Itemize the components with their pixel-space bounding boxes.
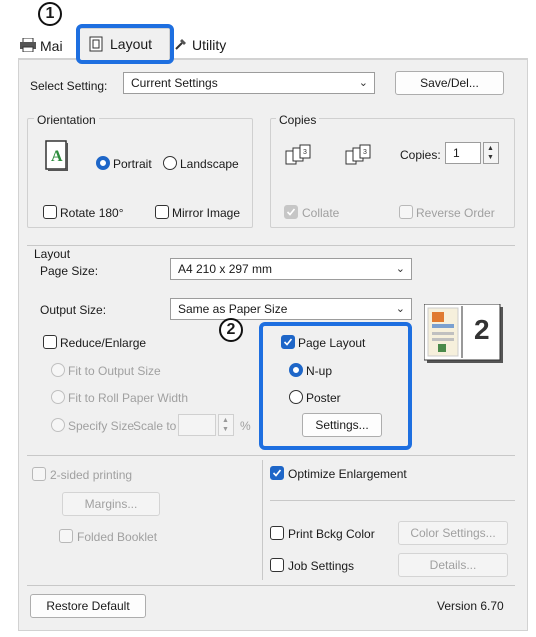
reverse-order-checkbox[interactable] [399,205,413,219]
mirror-image-checkbox[interactable] [155,205,169,219]
rotate-label: Rotate 180° [60,206,124,220]
reduce-enlarge-label: Reduce/Enlarge [60,336,147,350]
job-settings-label: Job Settings [288,559,355,573]
optimize-checkbox[interactable] [270,466,284,480]
landscape-label: Landscape [180,157,239,171]
tab-main[interactable]: Mai [20,34,78,56]
folded-booklet-checkbox[interactable] [59,529,73,543]
specify-size-label: Specify Size [68,419,135,433]
copies-input[interactable]: 1 [445,142,481,164]
select-setting-value: Current Settings [131,76,218,90]
fit-roll-radio[interactable] [51,390,65,404]
output-size-dropdown[interactable]: Same as Paper Size ⌄ [170,298,412,320]
spin-down-icon: ▼ [222,426,229,433]
fit-roll-label: Fit to Roll Paper Width [68,391,189,405]
svg-text:A: A [51,148,63,165]
printer-icon [20,38,36,52]
tab-main-label: Mai [40,38,63,54]
spin-up-icon: ▲ [222,417,229,424]
spin-up-icon: ▲ [487,145,494,152]
svg-text:3: 3 [303,149,307,156]
chevron-down-icon: ⌄ [395,263,405,275]
layout-title: Layout [34,247,71,261]
options-separator [270,500,515,501]
chevron-down-icon: ⌄ [395,303,405,315]
two-sided-label: 2-sided printing [50,468,133,482]
tab-utility-label: Utility [192,37,227,53]
output-size-value: Same as Paper Size [178,302,288,316]
highlight-layout-tab [76,24,174,64]
svg-text:3: 3 [363,149,367,156]
callout-two-text: 2 [226,321,236,338]
vertical-divider [262,460,263,580]
copies-value: 1 [453,146,460,160]
highlight-page-layout [259,322,412,450]
copies-label: Copies: [400,148,441,162]
collate-pages-icon: 3 [285,144,311,165]
fit-output-label: Fit to Output Size [68,364,161,378]
spin-down-icon: ▼ [487,154,494,161]
print-bckg-label: Print Bckg Color [288,527,375,541]
scale-input[interactable] [178,414,216,436]
collate-label: Collate [302,206,340,220]
optimize-label: Optimize Enlargement [288,467,407,481]
tab-utility[interactable]: Utility [172,34,234,56]
output-size-label: Output Size: [40,303,107,317]
callout-two: 2 [219,318,243,342]
layout-separator [27,245,515,246]
fit-output-radio[interactable] [51,363,65,377]
details-button[interactable]: Details... [398,553,508,577]
margins-button[interactable]: Margins... [62,492,160,516]
callout-one: 1 [38,2,62,26]
mirror-image-label: Mirror Image [172,206,241,220]
select-setting-label: Select Setting: [30,79,108,93]
scale-spinner[interactable]: ▲ ▼ [218,414,234,436]
copies-spinner[interactable]: ▲ ▼ [483,142,499,164]
scale-to-label: Scale to [133,419,177,433]
color-settings-button[interactable]: Color Settings... [398,521,508,545]
print-bckg-checkbox[interactable] [270,526,284,540]
folded-booklet-label: Folded Booklet [77,530,158,544]
page-size-dropdown[interactable]: A4 210 x 297 mm ⌄ [170,258,412,280]
collate-pages-icon-2: 3 [345,144,371,165]
preview-number: 2 [474,314,490,345]
portrait-radio[interactable] [96,156,110,170]
select-setting-dropdown[interactable]: Current Settings ⌄ [123,72,375,94]
page-size-label: Page Size: [40,264,99,278]
reduce-enlarge-checkbox[interactable] [43,335,57,349]
portrait-preview-icon: A [45,140,68,171]
callout-one-text: 1 [45,5,55,22]
reverse-order-label: Reverse Order [416,206,495,220]
orientation-title: Orientation [34,113,99,127]
collate-checkbox[interactable] [284,205,298,219]
two-sided-checkbox[interactable] [32,467,46,481]
rotate-checkbox[interactable] [43,205,57,219]
landscape-radio[interactable] [163,156,177,170]
job-settings-checkbox[interactable] [270,558,284,572]
save-del-button[interactable]: Save/Del... [395,71,504,95]
copies-title: Copies [276,113,320,127]
chevron-down-icon: ⌄ [358,77,368,89]
bottom-separator [27,455,515,456]
footer-separator [27,585,515,586]
page-size-value: A4 210 x 297 mm [178,262,273,276]
restore-default-button[interactable]: Restore Default [30,594,146,618]
portrait-label: Portrait [113,157,152,171]
nup-preview-icon [424,304,503,363]
version-label: Version 6.70 [437,599,504,613]
specify-size-radio[interactable] [51,418,65,432]
percent-label: % [240,419,251,433]
wrench-icon [175,39,186,50]
